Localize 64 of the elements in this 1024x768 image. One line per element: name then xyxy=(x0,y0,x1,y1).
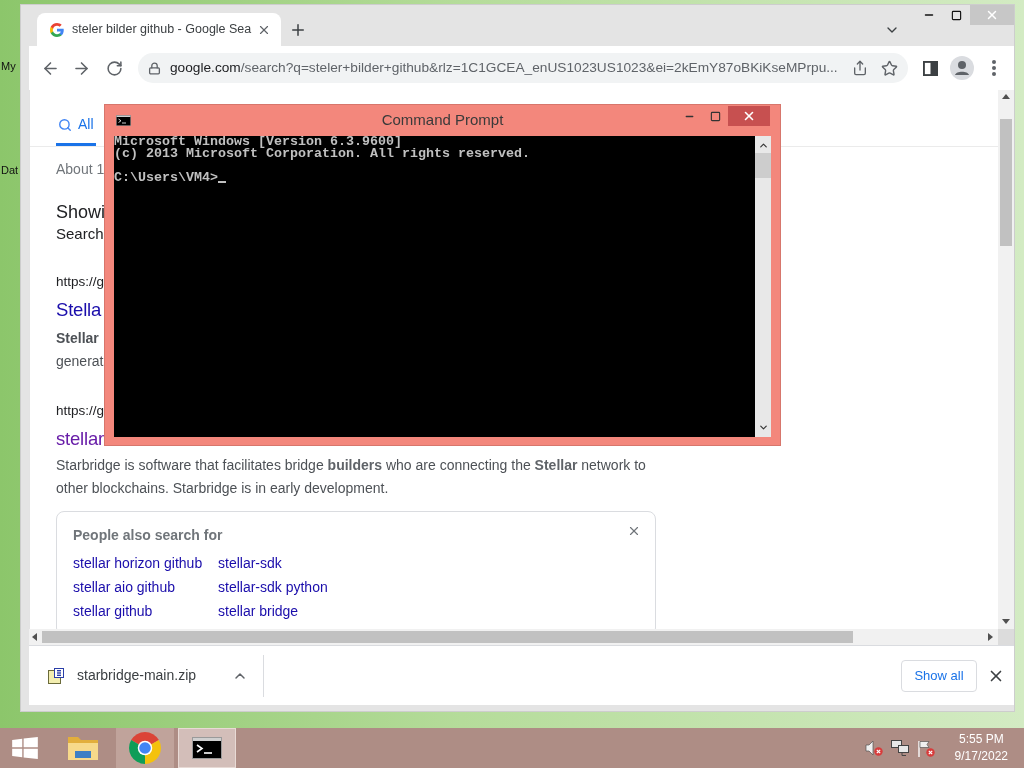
spelling-heading: Showi xyxy=(56,201,106,224)
console-icon xyxy=(192,737,222,759)
scroll-left-arrow-icon[interactable] xyxy=(32,633,37,641)
side-panel-icon xyxy=(922,60,938,76)
show-all-button[interactable]: Show all xyxy=(901,659,977,692)
scrollbar-thumb[interactable] xyxy=(1000,119,1012,246)
desktop-icon-label[interactable]: Dat xyxy=(1,164,19,177)
related-search-link[interactable]: stellar-sdk xyxy=(218,551,328,575)
search-icon xyxy=(58,117,72,132)
scroll-down-arrow-icon[interactable] xyxy=(1002,619,1010,624)
console-prompt: C:\Users\VM4> xyxy=(114,172,218,184)
result-snippet: Starbridge is software that facilitates bridge builders who are connecting the Stellar network to other blockchains. Starbridge is in early development. xyxy=(56,456,647,498)
close-icon xyxy=(985,8,999,22)
download-file-name[interactable]: starbridge-main.zip xyxy=(77,665,197,686)
network-icon[interactable] xyxy=(890,740,909,756)
scrollbar-thumb[interactable] xyxy=(42,631,853,643)
maximize-icon[interactable] xyxy=(951,9,962,21)
console-text: (c) 2013 Microsoft Corporation. All rights reserved. xyxy=(114,148,530,160)
profile-button[interactable] xyxy=(947,53,977,83)
vertical-scrollbar[interactable] xyxy=(998,90,1014,629)
card-heading: People also search for xyxy=(73,526,223,545)
volume-muted-icon[interactable] xyxy=(864,740,883,756)
close-icon xyxy=(742,109,756,123)
lock-icon xyxy=(148,61,161,75)
result-snippet: Stellar xyxy=(56,329,99,348)
window-title: Command Prompt xyxy=(381,110,504,131)
command-prompt-button[interactable] xyxy=(178,728,236,768)
share-icon[interactable] xyxy=(852,60,868,76)
result-snippet: generat xyxy=(56,352,104,371)
console-icon xyxy=(116,115,131,126)
profile-icon xyxy=(950,56,974,80)
related-search-link[interactable]: stellar-sdk python xyxy=(218,575,328,599)
windows-logo-icon xyxy=(12,737,38,759)
search-tab[interactable]: All xyxy=(56,106,96,146)
scroll-right-arrow-icon[interactable] xyxy=(988,633,993,641)
folder-icon xyxy=(67,735,99,761)
flag-icon[interactable] xyxy=(916,739,935,757)
chrome-icon xyxy=(129,732,161,764)
result-title-link[interactable]: stellar xyxy=(56,426,104,452)
google-logo-icon xyxy=(50,22,64,37)
related-search-link[interactable]: stellar horizon github xyxy=(73,551,218,575)
related-search-link[interactable]: stellar aio github xyxy=(73,575,218,599)
cursor-icon xyxy=(218,181,226,183)
result-title-link[interactable]: Stella xyxy=(56,297,102,323)
close-window-button[interactable] xyxy=(728,106,770,126)
scrollbar-thumb[interactable] xyxy=(755,153,771,178)
close-icon[interactable] xyxy=(627,524,641,538)
result-url: https://g xyxy=(56,402,105,420)
scroll-up-arrow-icon[interactable] xyxy=(1002,94,1010,99)
browser-tab[interactable]: steler bilder github - Google Sea xyxy=(37,13,281,46)
reload-icon xyxy=(105,59,123,77)
result-url: https://g xyxy=(56,273,105,291)
console-scrollbar[interactable] xyxy=(755,136,771,437)
result-stats: About 1 xyxy=(56,160,105,179)
desktop-icon-label[interactable]: My xyxy=(1,60,19,73)
spelling-line: Search xyxy=(56,224,104,244)
console-text: Microsoft Windows [Version 6.3.9600] xyxy=(114,136,402,148)
related-search-link[interactable]: stellar github xyxy=(73,599,218,623)
menu-icon xyxy=(992,60,996,76)
bookmark-star-icon[interactable] xyxy=(881,59,898,77)
related-search-link[interactable]: stellar bridge xyxy=(218,599,328,623)
address-bar[interactable]: google.com/search?q=steler+bilder+github&rlz=1C1GCEA_enUS1023US1023&ei=2kEmY87oBKiKseMPrpu... xyxy=(138,53,908,83)
file-icon xyxy=(48,667,64,684)
horizontal-scrollbar[interactable] xyxy=(29,629,998,645)
